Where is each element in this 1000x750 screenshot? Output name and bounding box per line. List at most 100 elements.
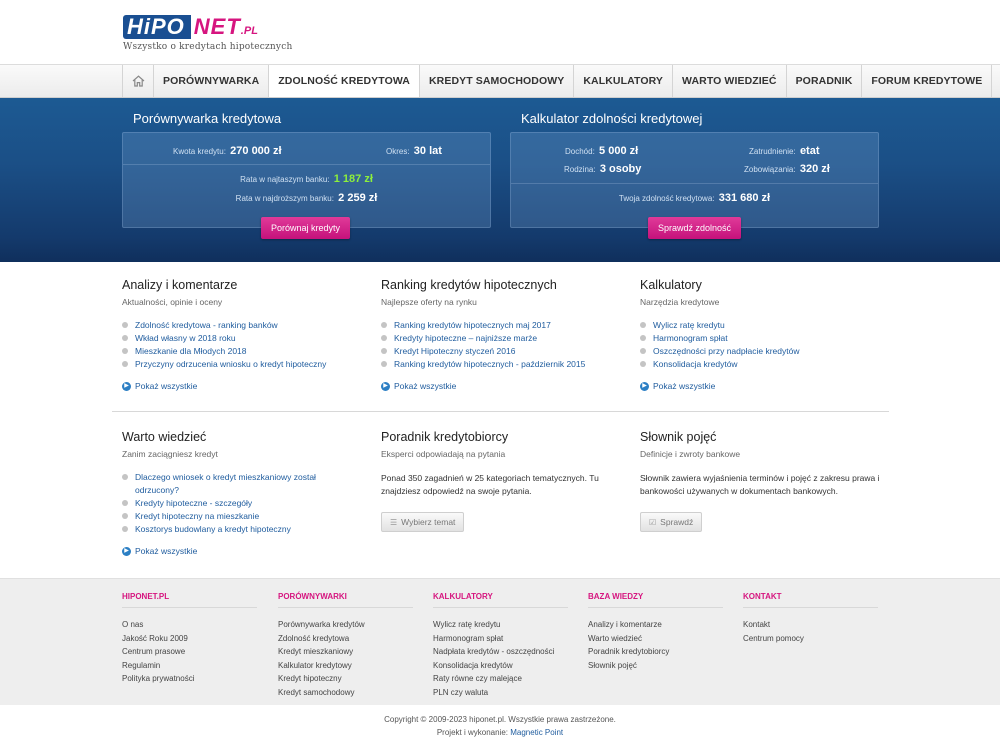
list-item[interactable]: Harmonogram spłat <box>640 332 880 345</box>
capacity-family: Rodzina: 3 osoby <box>564 163 641 175</box>
compare-separator <box>123 164 490 165</box>
show-all-link[interactable]: ▶ Pokaż wszystkie <box>122 546 362 556</box>
logo-hipo: HiPO <box>123 15 191 39</box>
nav-comparison[interactable]: PORÓWNYWARKA <box>154 65 270 97</box>
footer-link[interactable]: Raty równe czy malejące <box>433 672 568 686</box>
bullet-icon <box>640 322 646 328</box>
credit-link[interactable]: Magnetic Point <box>510 728 563 737</box>
footer-link[interactable]: Jakość Roku 2009 <box>122 632 257 646</box>
compare-period-label: Okres: <box>386 147 410 156</box>
section-guide-subtitle: Eksperci odpowiadają na pytania <box>381 449 506 459</box>
list-item[interactable]: Wkład własny w 2018 roku <box>122 332 362 345</box>
footer-link[interactable]: Warto wiedzieć <box>588 632 723 646</box>
list-item[interactable]: Kredyty hipoteczne - szczegóły <box>122 497 332 510</box>
footer-col-contact: KONTAKT Kontakt Centrum pomocy <box>743 592 878 645</box>
footer-link[interactable]: Kontakt <box>743 618 878 632</box>
credit-label: Projekt i wykonanie: <box>436 728 508 737</box>
list-item[interactable]: Mieszkanie dla Młodych 2018 <box>122 345 362 358</box>
nav-worth-knowing[interactable]: WARTO WIEDZIEĆ <box>673 65 787 97</box>
nav-calculators[interactable]: KALKULATORY <box>574 65 674 97</box>
compare-button[interactable]: Porównaj kredyty <box>261 217 351 239</box>
footer-link[interactable]: Kalkulator kredytowy <box>278 659 413 673</box>
footer-link[interactable]: Kredyt samochodowy <box>278 686 413 700</box>
compare-cheapest-label: Rata w najtaszym banku: <box>240 175 330 184</box>
compare-title: Porównywarka kredytowa <box>133 111 282 126</box>
section-ranking: Ranking kredytów hipotecznych Najlepsze … <box>381 278 621 391</box>
compare-expensive-label: Rata w najdroższym banku: <box>235 194 334 203</box>
footer-col-title: PORÓWNYWARKI <box>278 592 413 608</box>
capacity-result-value: 331 680 zł <box>718 192 771 204</box>
footer-link[interactable]: Polityka prywatności <box>122 672 257 686</box>
footer-link[interactable]: Zdolność kredytowa <box>278 632 413 646</box>
footer-link[interactable]: O nas <box>122 618 257 632</box>
footer-link[interactable]: Centrum prasowe <box>122 645 257 659</box>
footer-link[interactable]: PLN czy waluta <box>433 686 568 700</box>
site-logo[interactable]: HiPO NET .PL Wszystko o kredytach hipote… <box>123 13 292 52</box>
section-glossary-text: Słownik zawiera wyjaśnienia terminów i p… <box>640 473 880 496</box>
footer-link[interactable]: Harmonogram spłat <box>433 632 568 646</box>
list-item[interactable]: Przyczyny odrzucenia wniosku o kredyt hi… <box>122 358 362 371</box>
footer-link[interactable]: Słownik pojęć <box>588 659 723 673</box>
list-item[interactable]: Kredyt hipoteczny na mieszkanie <box>122 510 332 523</box>
list-item[interactable]: Kosztorys budowlany a kredyt hipoteczny <box>122 523 332 536</box>
list-item[interactable]: Ranking kredytów hipotecznych maj 2017 <box>381 319 621 332</box>
footer-col-knowledge: BAZA WIEDZY Analizy i komentarze Warto w… <box>588 592 723 672</box>
capacity-button[interactable]: Sprawdź zdolność <box>648 217 742 239</box>
show-all-link[interactable]: ▶ Pokaż wszystkie <box>640 381 880 391</box>
list-item[interactable]: Kredyty hipoteczne – najniższe marże <box>381 332 621 345</box>
list-item[interactable]: Kredyt Hipoteczny styczeń 2016 <box>381 345 621 358</box>
list-item[interactable]: Dlaczego wniosek o kredyt mieszkaniowy z… <box>122 471 332 497</box>
arrow-circle-icon: ▶ <box>122 381 131 391</box>
list-item[interactable]: Konsolidacja kredytów <box>640 358 880 371</box>
section-glossary-subtitle: Definicje i zwroty bankowe <box>640 449 741 459</box>
bullet-icon <box>122 335 128 341</box>
site-header: HiPO NET .PL Wszystko o kredytach hipote… <box>0 0 1000 64</box>
choose-topic-button[interactable]: ☰ Wybierz temat <box>381 512 465 532</box>
section-divider <box>112 411 889 412</box>
list-item[interactable]: Wylicz ratę kredytu <box>640 319 880 332</box>
logo-tagline: Wszystko o kredytach hipotecznych <box>123 42 293 52</box>
home-icon <box>132 75 144 87</box>
footer-link[interactable]: Wylicz ratę kredytu <box>433 618 568 632</box>
nav-home[interactable] <box>122 65 154 97</box>
bullet-icon <box>381 322 387 328</box>
section-glossary-title: Słownik pojęć <box>640 430 717 444</box>
compare-expensive-value: 2 259 zł <box>338 192 378 204</box>
capacity-family-label: Rodzina: <box>564 165 596 174</box>
footer-link[interactable]: Analizy i komentarze <box>588 618 723 632</box>
nav-guide[interactable]: PORADNIK <box>787 65 863 97</box>
arrow-circle-icon: ▶ <box>122 546 131 556</box>
bullet-icon <box>381 335 387 341</box>
footer-link[interactable]: Konsolidacja kredytów <box>433 659 568 673</box>
nav-car-loan[interactable]: KREDYT SAMOCHODOWY <box>420 65 575 97</box>
capacity-obligations-label: Zobowiązania: <box>744 165 796 174</box>
site-footer: HIPONET.PL O nas Jakość Roku 2009 Centru… <box>0 578 1000 705</box>
check-button[interactable]: ☑ Sprawdź <box>640 512 703 532</box>
list-item[interactable]: Zdolność kredytowa - ranking banków <box>122 319 362 332</box>
footer-col-hiponet: HIPONET.PL O nas Jakość Roku 2009 Centru… <box>122 592 257 686</box>
capacity-income-label: Dochód: <box>565 147 595 156</box>
section-calculators: Kalkulatory Narzędzia kredytowe Wylicz r… <box>640 278 880 391</box>
capacity-title: Kalkulator zdolności kredytowej <box>521 111 703 126</box>
footer-link[interactable]: Kredyt mieszkaniowy <box>278 645 413 659</box>
credit-line: Projekt i wykonanie: Magnetic Point <box>0 728 1000 737</box>
footer-link[interactable]: Regulamin <box>122 659 257 673</box>
footer-col-title: KALKULATORY <box>433 592 568 608</box>
footer-link[interactable]: Poradnik kredytobiorcy <box>588 645 723 659</box>
footer-link[interactable]: Centrum pomocy <box>743 632 878 646</box>
list-item[interactable]: Oszczędności przy nadpłacie kredytów <box>640 345 880 358</box>
list-item[interactable]: Ranking kredytów hipotecznych - paździer… <box>381 358 621 371</box>
nav-credit-capacity[interactable]: ZDOLNOŚĆ KREDYTOWA <box>269 65 420 97</box>
section-guide-text: Ponad 350 zagadnień w 25 kategoriach tem… <box>381 473 599 496</box>
footer-link[interactable]: Nadpłata kredytów - oszczędności <box>433 645 568 659</box>
compare-amount-label: Kwota kredytu: <box>173 147 226 156</box>
footer-link[interactable]: Porównywarka kredytów <box>278 618 413 632</box>
footer-link[interactable]: Kredyt hipoteczny <box>278 672 413 686</box>
compare-cheapest-value: 1 187 zł <box>333 173 373 185</box>
show-all-link[interactable]: ▶ Pokaż wszystkie <box>381 381 621 391</box>
show-all-link[interactable]: ▶ Pokaż wszystkie <box>122 381 362 391</box>
nav-forum[interactable]: FORUM KREDYTOWE <box>862 65 993 97</box>
bullet-icon <box>640 348 646 354</box>
capacity-employment-label: Zatrudnienie: <box>749 147 796 156</box>
section-ranking-title: Ranking kredytów hipotecznych <box>381 278 557 292</box>
